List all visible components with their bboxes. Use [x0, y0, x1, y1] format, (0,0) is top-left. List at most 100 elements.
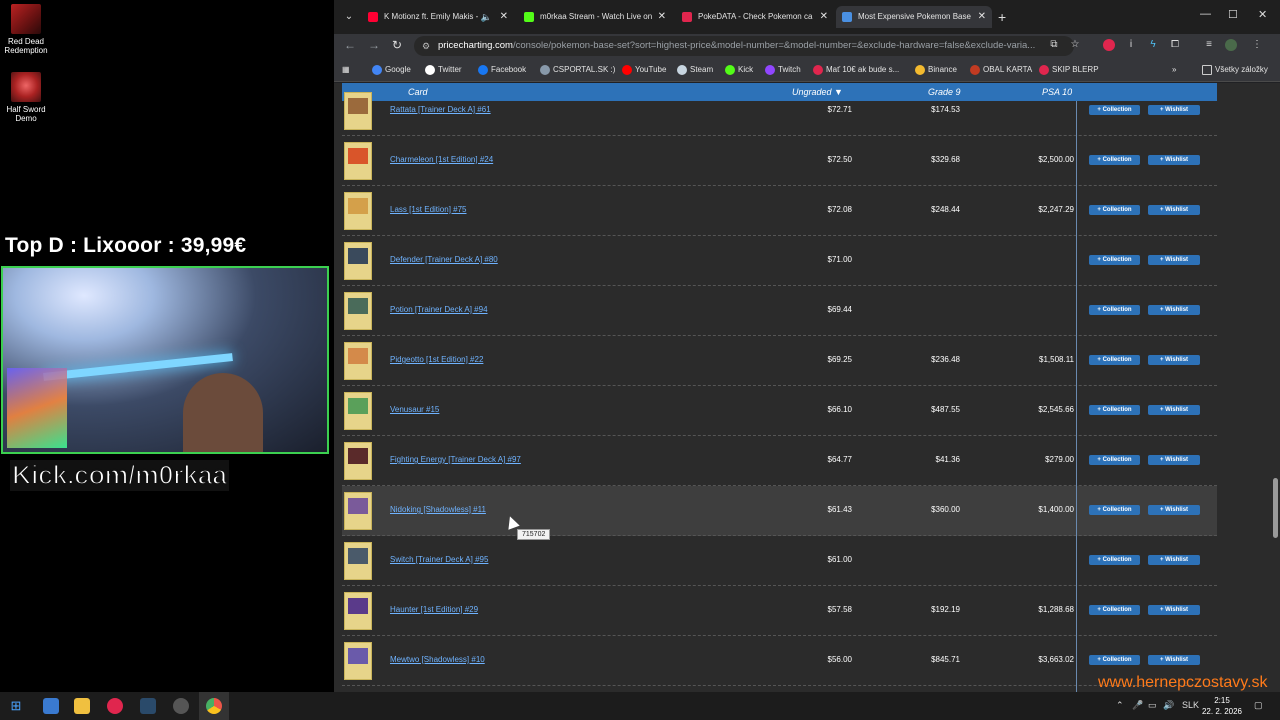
profile-avatar[interactable] [1225, 39, 1237, 51]
kebab-menu-icon[interactable]: ⋮ [1251, 39, 1263, 51]
add-collection-button[interactable]: + Collection [1089, 655, 1140, 665]
bookmark-star-icon[interactable]: ☆ [1069, 39, 1081, 51]
close-tab-icon[interactable]: ✕ [978, 6, 986, 28]
bookmark-twitter[interactable]: Twitter [425, 64, 462, 76]
install-app-icon[interactable]: ⧉ [1048, 39, 1060, 51]
add-wishlist-button[interactable]: + Wishlist [1148, 255, 1200, 265]
add-collection-button[interactable]: + Collection [1089, 155, 1140, 165]
add-wishlist-button[interactable]: + Wishlist [1148, 355, 1200, 365]
tab-pokedata[interactable]: PokeDATA - Check Pokemon ca ✕ [676, 6, 834, 28]
add-wishlist-button[interactable]: + Wishlist [1148, 155, 1200, 165]
tray-chevron-icon[interactable]: ⌃ [1116, 700, 1124, 711]
bookmark-binance[interactable]: Binance [915, 64, 957, 76]
card-name-link[interactable]: Pidgeotto [1st Edition] #22 [390, 355, 483, 364]
microphone-icon[interactable]: 🎤 [1132, 700, 1143, 711]
extension-icon[interactable]: ⅰ [1125, 39, 1137, 51]
site-info-icon[interactable]: ⚙ [422, 36, 430, 56]
add-collection-button[interactable]: + Collection [1089, 505, 1140, 515]
reload-icon[interactable]: ↻ [392, 38, 402, 52]
add-collection-button[interactable]: + Collection [1089, 455, 1140, 465]
keyboard-language[interactable]: SLK [1182, 700, 1199, 710]
extension-icon[interactable] [1103, 39, 1115, 51]
add-wishlist-button[interactable]: + Wishlist [1148, 555, 1200, 565]
minimize-icon[interactable]: — [1200, 8, 1211, 20]
desktop-icon-red-dead-redemption[interactable]: Red Dead Redemption [0, 4, 52, 55]
bookmark-google[interactable]: Google [372, 64, 411, 76]
clock[interactable]: 2:15 22. 2. 2026 [1200, 695, 1244, 717]
notifications-icon[interactable]: ▢ [1254, 700, 1263, 711]
add-collection-button[interactable]: + Collection [1089, 255, 1140, 265]
bookmark-youtube[interactable]: YouTube [622, 64, 666, 76]
windows-start-icon[interactable]: ⊞ [8, 698, 24, 714]
add-wishlist-button[interactable]: + Wishlist [1148, 305, 1200, 315]
card-name-link[interactable]: Venusaur #15 [390, 405, 439, 414]
card-thumbnail[interactable] [344, 442, 372, 480]
bookmark-kick[interactable]: Kick [725, 64, 753, 76]
steam-icon[interactable] [140, 698, 156, 714]
card-thumbnail[interactable] [344, 492, 372, 530]
tab-kick[interactable]: m0rkaa Stream - Watch Live on ✕ [518, 6, 672, 28]
add-wishlist-button[interactable]: + Wishlist [1148, 605, 1200, 615]
bookmark-skip-blerp[interactable]: SKIP BLERP [1039, 64, 1099, 76]
apps-grid-icon[interactable]: ▦ [342, 64, 350, 76]
close-window-icon[interactable]: ✕ [1258, 8, 1267, 21]
add-wishlist-button[interactable]: + Wishlist [1148, 455, 1200, 465]
speaker-icon[interactable]: 🔈 [481, 6, 492, 28]
bookmark-facebook[interactable]: Facebook [478, 64, 526, 76]
network-icon[interactable]: ▭ [1148, 700, 1157, 711]
card-name-link[interactable]: Potion [Trainer Deck A] #94 [390, 305, 488, 314]
reading-list-icon[interactable]: ≡ [1203, 39, 1215, 51]
tab-pricecharting[interactable]: Most Expensive Pokemon Base ✕ [836, 6, 992, 28]
bookmark-twitch[interactable]: Twitch [765, 64, 801, 76]
scrollbar-thumb[interactable] [1273, 478, 1278, 538]
add-wishlist-button[interactable]: + Wishlist [1148, 505, 1200, 515]
card-name-link[interactable]: Switch [Trainer Deck A] #95 [390, 555, 488, 564]
close-tab-icon[interactable]: ✕ [658, 6, 666, 28]
chrome-icon[interactable] [199, 692, 229, 720]
card-name-link[interactable]: Nidoking [Shadowless] #11 [390, 505, 486, 514]
add-wishlist-button[interactable]: + Wishlist [1148, 105, 1200, 115]
bookmark-steam[interactable]: Steam [677, 64, 713, 76]
opera-gx-icon[interactable] [107, 698, 123, 714]
card-thumbnail[interactable] [344, 292, 372, 330]
card-name-link[interactable]: Lass [1st Edition] #75 [390, 205, 467, 214]
card-thumbnail[interactable] [344, 592, 372, 630]
all-bookmarks[interactable]: Všetky záložky [1202, 64, 1268, 76]
extensions-puzzle-icon[interactable]: ⧠ [1169, 39, 1181, 51]
add-collection-button[interactable]: + Collection [1089, 305, 1140, 315]
card-name-link[interactable]: Charmeleon [1st Edition] #24 [390, 155, 493, 164]
add-collection-button[interactable]: + Collection [1089, 405, 1140, 415]
card-thumbnail[interactable] [344, 642, 372, 680]
card-name-link[interactable]: Fighting Energy [Trainer Deck A] #97 [390, 455, 521, 464]
tab-youtube[interactable]: K Motionz ft. Emily Makis - 🔈 ✕ [362, 6, 514, 28]
close-tab-icon[interactable]: ✕ [820, 6, 828, 28]
bookmark-mat-10e[interactable]: Mať 10€ ak bude s... [813, 64, 899, 76]
add-wishlist-button[interactable]: + Wishlist [1148, 405, 1200, 415]
tab-search-icon[interactable]: ⌄ [340, 8, 358, 26]
bookmark-obal-karta[interactable]: OBAL KARTA [970, 64, 1032, 76]
card-name-link[interactable]: Rattata [Trainer Deck A] #61 [390, 105, 491, 114]
close-tab-icon[interactable]: ✕ [500, 6, 508, 28]
add-collection-button[interactable]: + Collection [1089, 605, 1140, 615]
card-name-link[interactable]: Haunter [1st Edition] #29 [390, 605, 478, 614]
page-scrollbar[interactable] [1270, 83, 1280, 692]
bookmark-csportal[interactable]: CSPORTAL.SK :) [540, 64, 615, 76]
add-collection-button[interactable]: + Collection [1089, 355, 1140, 365]
back-icon[interactable]: ← [344, 38, 356, 52]
obs-icon[interactable] [173, 698, 189, 714]
add-wishlist-button[interactable]: + Wishlist [1148, 205, 1200, 215]
card-thumbnail[interactable] [344, 242, 372, 280]
task-view-icon[interactable] [43, 698, 59, 714]
new-tab-icon[interactable]: + [998, 8, 1006, 26]
add-wishlist-button[interactable]: + Wishlist [1148, 655, 1200, 665]
card-thumbnail[interactable] [344, 342, 372, 380]
add-collection-button[interactable]: + Collection [1089, 555, 1140, 565]
add-collection-button[interactable]: + Collection [1089, 105, 1140, 115]
card-name-link[interactable]: Mewtwo [Shadowless] #10 [390, 655, 485, 664]
desktop-icon-half-sword[interactable]: Half Sword Demo [0, 72, 52, 123]
add-collection-button[interactable]: + Collection [1089, 205, 1140, 215]
volume-icon[interactable]: 🔊 [1163, 700, 1174, 711]
card-thumbnail[interactable] [344, 142, 372, 180]
card-name-link[interactable]: Defender [Trainer Deck A] #80 [390, 255, 498, 264]
extension-icon[interactable]: ϟ [1147, 39, 1159, 51]
